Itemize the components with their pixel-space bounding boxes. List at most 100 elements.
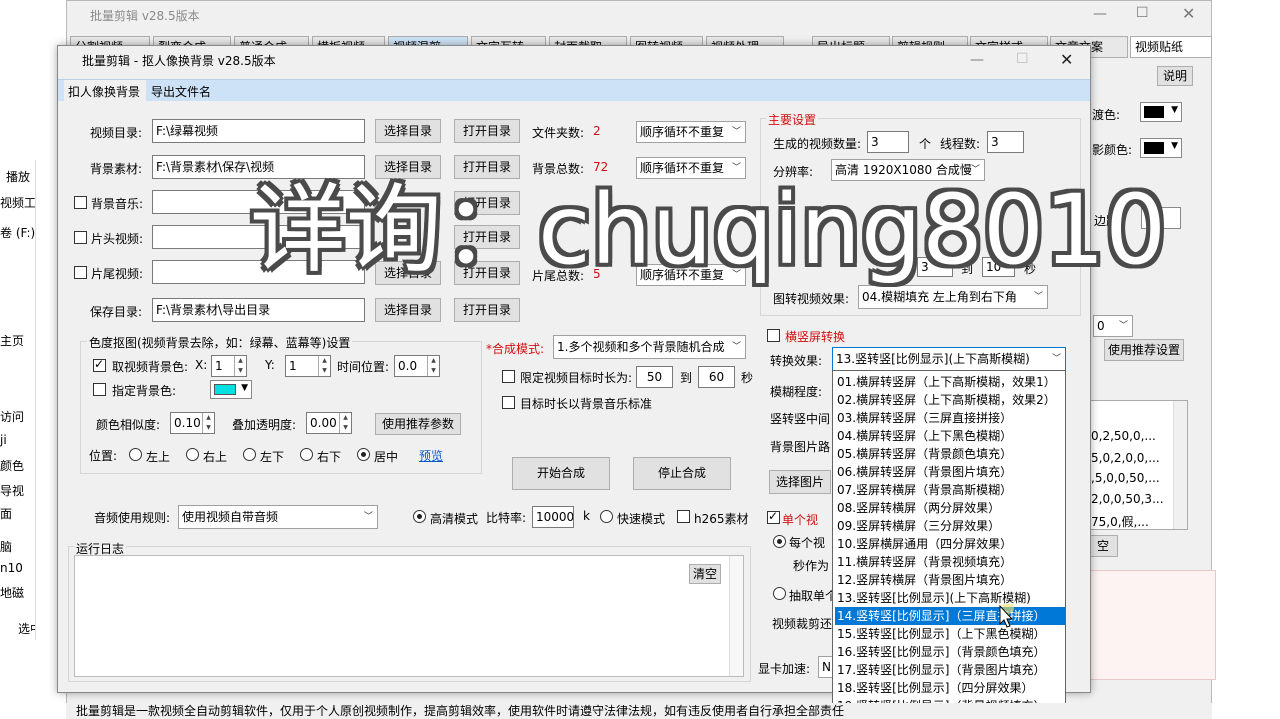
choose-image-button[interactable]: 选择图片 [769, 470, 831, 494]
explorer-item[interactable]: 颜色 [0, 457, 24, 474]
dropdown-option[interactable]: 18.竖转竖[比例显示]（四分屏效果） [835, 679, 1065, 697]
color-picker[interactable]: ▼ [1140, 138, 1182, 158]
minimize-icon[interactable]: — [970, 52, 984, 68]
style-list[interactable]: 0,2,50,0,... 5,0,2,0,0,... ,5,0,0,50,...… [1090, 400, 1188, 530]
intro-checkbox[interactable] [74, 231, 87, 244]
clear-button-partial[interactable]: 空 [1088, 535, 1118, 557]
dropdown-option[interactable]: 16.竖转竖[比例显示]（背景颜色填充） [835, 643, 1065, 661]
dropdown-option[interactable]: 05.横屏转竖屏（背景颜色填充） [835, 445, 1065, 463]
list-item[interactable]: ,5,0,0,50,... [1091, 471, 1160, 485]
duration-from-input[interactable]: 50 [636, 366, 673, 388]
explorer-item[interactable]: ji [0, 433, 7, 447]
explorer-item[interactable]: 脑 [0, 538, 12, 555]
clear-log-button[interactable]: 清空 [689, 564, 721, 584]
gen-count-input[interactable]: 3 [867, 131, 909, 153]
single-video-checkbox[interactable] [767, 509, 780, 524]
open-dir-button[interactable]: 打开目录 [454, 119, 520, 143]
use-recommend-button[interactable]: 使用推荐参数 [375, 413, 461, 435]
explorer-item[interactable]: n10 [0, 561, 23, 575]
position-top-right-radio[interactable] [186, 448, 199, 461]
duration-to-input[interactable]: 60 [698, 366, 735, 388]
dropdown-option[interactable]: 04.横屏转竖屏（上下黑色模糊） [835, 427, 1065, 445]
maximize-icon[interactable]: ☐ [1136, 5, 1149, 21]
list-item[interactable]: 5,0,2,0,0,... [1091, 451, 1160, 465]
explorer-item[interactable]: 导视 [0, 482, 24, 499]
hd-mode-radio[interactable] [413, 510, 426, 523]
recommend-settings-button[interactable]: 使用推荐设置 [1104, 339, 1184, 361]
explorer-item[interactable]: 卷 (F:) [0, 224, 35, 241]
y-spinner[interactable]: 1 ▲ ▼ [285, 355, 331, 377]
open-dir-button[interactable]: 打开目录 [454, 298, 520, 322]
hv-convert-checkbox[interactable] [767, 329, 780, 342]
zero-select[interactable]: 0 ﹀ [1093, 315, 1133, 337]
threads-input[interactable]: 3 [987, 131, 1024, 153]
explorer-item[interactable]: 主页 [0, 332, 24, 349]
bg-color-swatch[interactable]: ▼ [210, 380, 252, 399]
tab-export-filename[interactable]: 导出文件名 [151, 83, 211, 100]
position-bottom-right-radio[interactable] [300, 448, 313, 461]
log-textarea[interactable] [74, 555, 744, 677]
convert-effect-select[interactable]: 13.竖转竖[比例显示](上下高斯模糊) ﹀ [832, 347, 1066, 371]
audio-rule-select[interactable]: 使用视频自带音频 ﹀ [178, 505, 378, 529]
dropdown-option[interactable]: 14.竖转竖[比例显示]（三屏直接拼接） [835, 607, 1065, 625]
choose-dir-button[interactable]: 选择目录 [375, 298, 441, 322]
bgm-duration-checkbox[interactable] [502, 396, 515, 409]
dropdown-option[interactable]: 02.横屏转竖屏（上下高斯模糊，效果2） [835, 391, 1065, 409]
bgm-checkbox[interactable] [74, 196, 87, 209]
overlay-spinner[interactable]: 0.00 ▲ ▼ [306, 412, 352, 434]
explorer-item[interactable]: 访问 [0, 408, 24, 425]
dropdown-option[interactable]: 15.竖转竖[比例显示]（上下黑色模糊） [835, 625, 1065, 643]
limit-duration-checkbox[interactable] [502, 370, 515, 383]
dropdown-option[interactable]: 13.竖转竖[比例显示](上下高斯模糊) [835, 589, 1065, 607]
dropdown-option[interactable]: 07.竖屏转横屏（背景高斯模糊） [835, 481, 1065, 499]
explorer-item[interactable]: 地磁 [0, 584, 24, 601]
time-pos-spinner[interactable]: 0.0 ▲ ▼ [394, 355, 440, 377]
explorer-item[interactable]: 面 [0, 505, 12, 522]
video-dir-input[interactable]: F:\绿幕视频 [152, 119, 365, 143]
pick-bg-color-checkbox[interactable] [93, 357, 106, 372]
h265-checkbox[interactable] [677, 510, 690, 523]
choose-dir-button[interactable]: 选择目录 [375, 119, 441, 143]
dropdown-option[interactable]: 10.竖屏横屏通用（四分屏效果） [835, 535, 1065, 553]
start-button[interactable]: 开始合成 [512, 457, 610, 490]
preview-link[interactable]: 预览 [419, 447, 443, 464]
each-video-radio[interactable] [773, 535, 786, 548]
bitrate-input[interactable]: 10000 [532, 506, 574, 528]
dropdown-option[interactable]: 11.横屏转竖屏（背景视频填充） [835, 553, 1065, 571]
x-spinner[interactable]: 1 ▲ ▼ [211, 355, 247, 377]
scrollbar[interactable] [1173, 401, 1187, 529]
list-item[interactable]: 2,0,0,50,3... [1091, 492, 1164, 506]
close-icon[interactable]: ✕ [1060, 50, 1073, 69]
specify-bg-color-checkbox[interactable] [93, 383, 106, 396]
bg-tab[interactable]: 视频贴纸 [1130, 36, 1212, 58]
dropdown-option[interactable]: 17.竖转竖[比例显示]（背景图片填充） [835, 661, 1065, 679]
dropdown-option[interactable]: 08.竖屏转横屏（两分屏效果） [835, 499, 1065, 517]
dropdown-option[interactable]: 09.竖屏转横屏（三分屏效果） [835, 517, 1065, 535]
fast-mode-radio[interactable] [600, 510, 613, 523]
convert-effect-dropdown[interactable]: 01.横屏转竖屏（上下高斯模糊，效果1） 02.横屏转竖屏（上下高斯模糊，效果2）… [832, 370, 1066, 714]
tab-portrait-bg[interactable]: 扣人像换背景 [68, 83, 140, 100]
list-item[interactable]: 75,0,假,... [1091, 513, 1149, 529]
scrollbar[interactable] [729, 556, 743, 676]
explain-button[interactable]: 说明 [1157, 66, 1193, 86]
explorer-item[interactable]: 播放 [6, 168, 30, 185]
outro-checkbox[interactable] [74, 266, 87, 279]
similarity-spinner[interactable]: 0.10 ▲ ▼ [170, 412, 215, 434]
position-center-radio[interactable] [357, 448, 370, 461]
dropdown-option[interactable]: 12.竖屏转横屏（背景图片填充） [835, 571, 1065, 589]
stop-button[interactable]: 停止合成 [633, 457, 731, 490]
minimize-icon[interactable]: — [1093, 6, 1107, 22]
position-top-left-radio[interactable] [129, 448, 142, 461]
list-item[interactable]: 0,2,50,0,... [1091, 429, 1156, 443]
close-icon[interactable]: ✕ [1182, 4, 1195, 23]
position-bottom-left-radio[interactable] [243, 448, 256, 461]
color-picker[interactable]: ▼ [1140, 102, 1182, 122]
synth-mode-select[interactable]: 1.多个视频和多个背景随机合成 ﹀ [553, 335, 746, 359]
extract-single-radio[interactable] [773, 587, 786, 600]
dropdown-option[interactable]: 03.横屏转竖屏（三屏直接拼接） [835, 409, 1065, 427]
explorer-item[interactable]: 视频工具 [0, 194, 35, 211]
save-dir-input[interactable]: F:\背景素材\导出目录 [152, 298, 365, 322]
dropdown-option[interactable]: 06.横屏转竖屏（背景图片填充） [835, 463, 1065, 481]
dropdown-option[interactable]: 01.横屏转竖屏（上下高斯模糊，效果1） [835, 373, 1065, 391]
order-select[interactable]: 顺序循环不重复 ﹀ [636, 121, 746, 143]
